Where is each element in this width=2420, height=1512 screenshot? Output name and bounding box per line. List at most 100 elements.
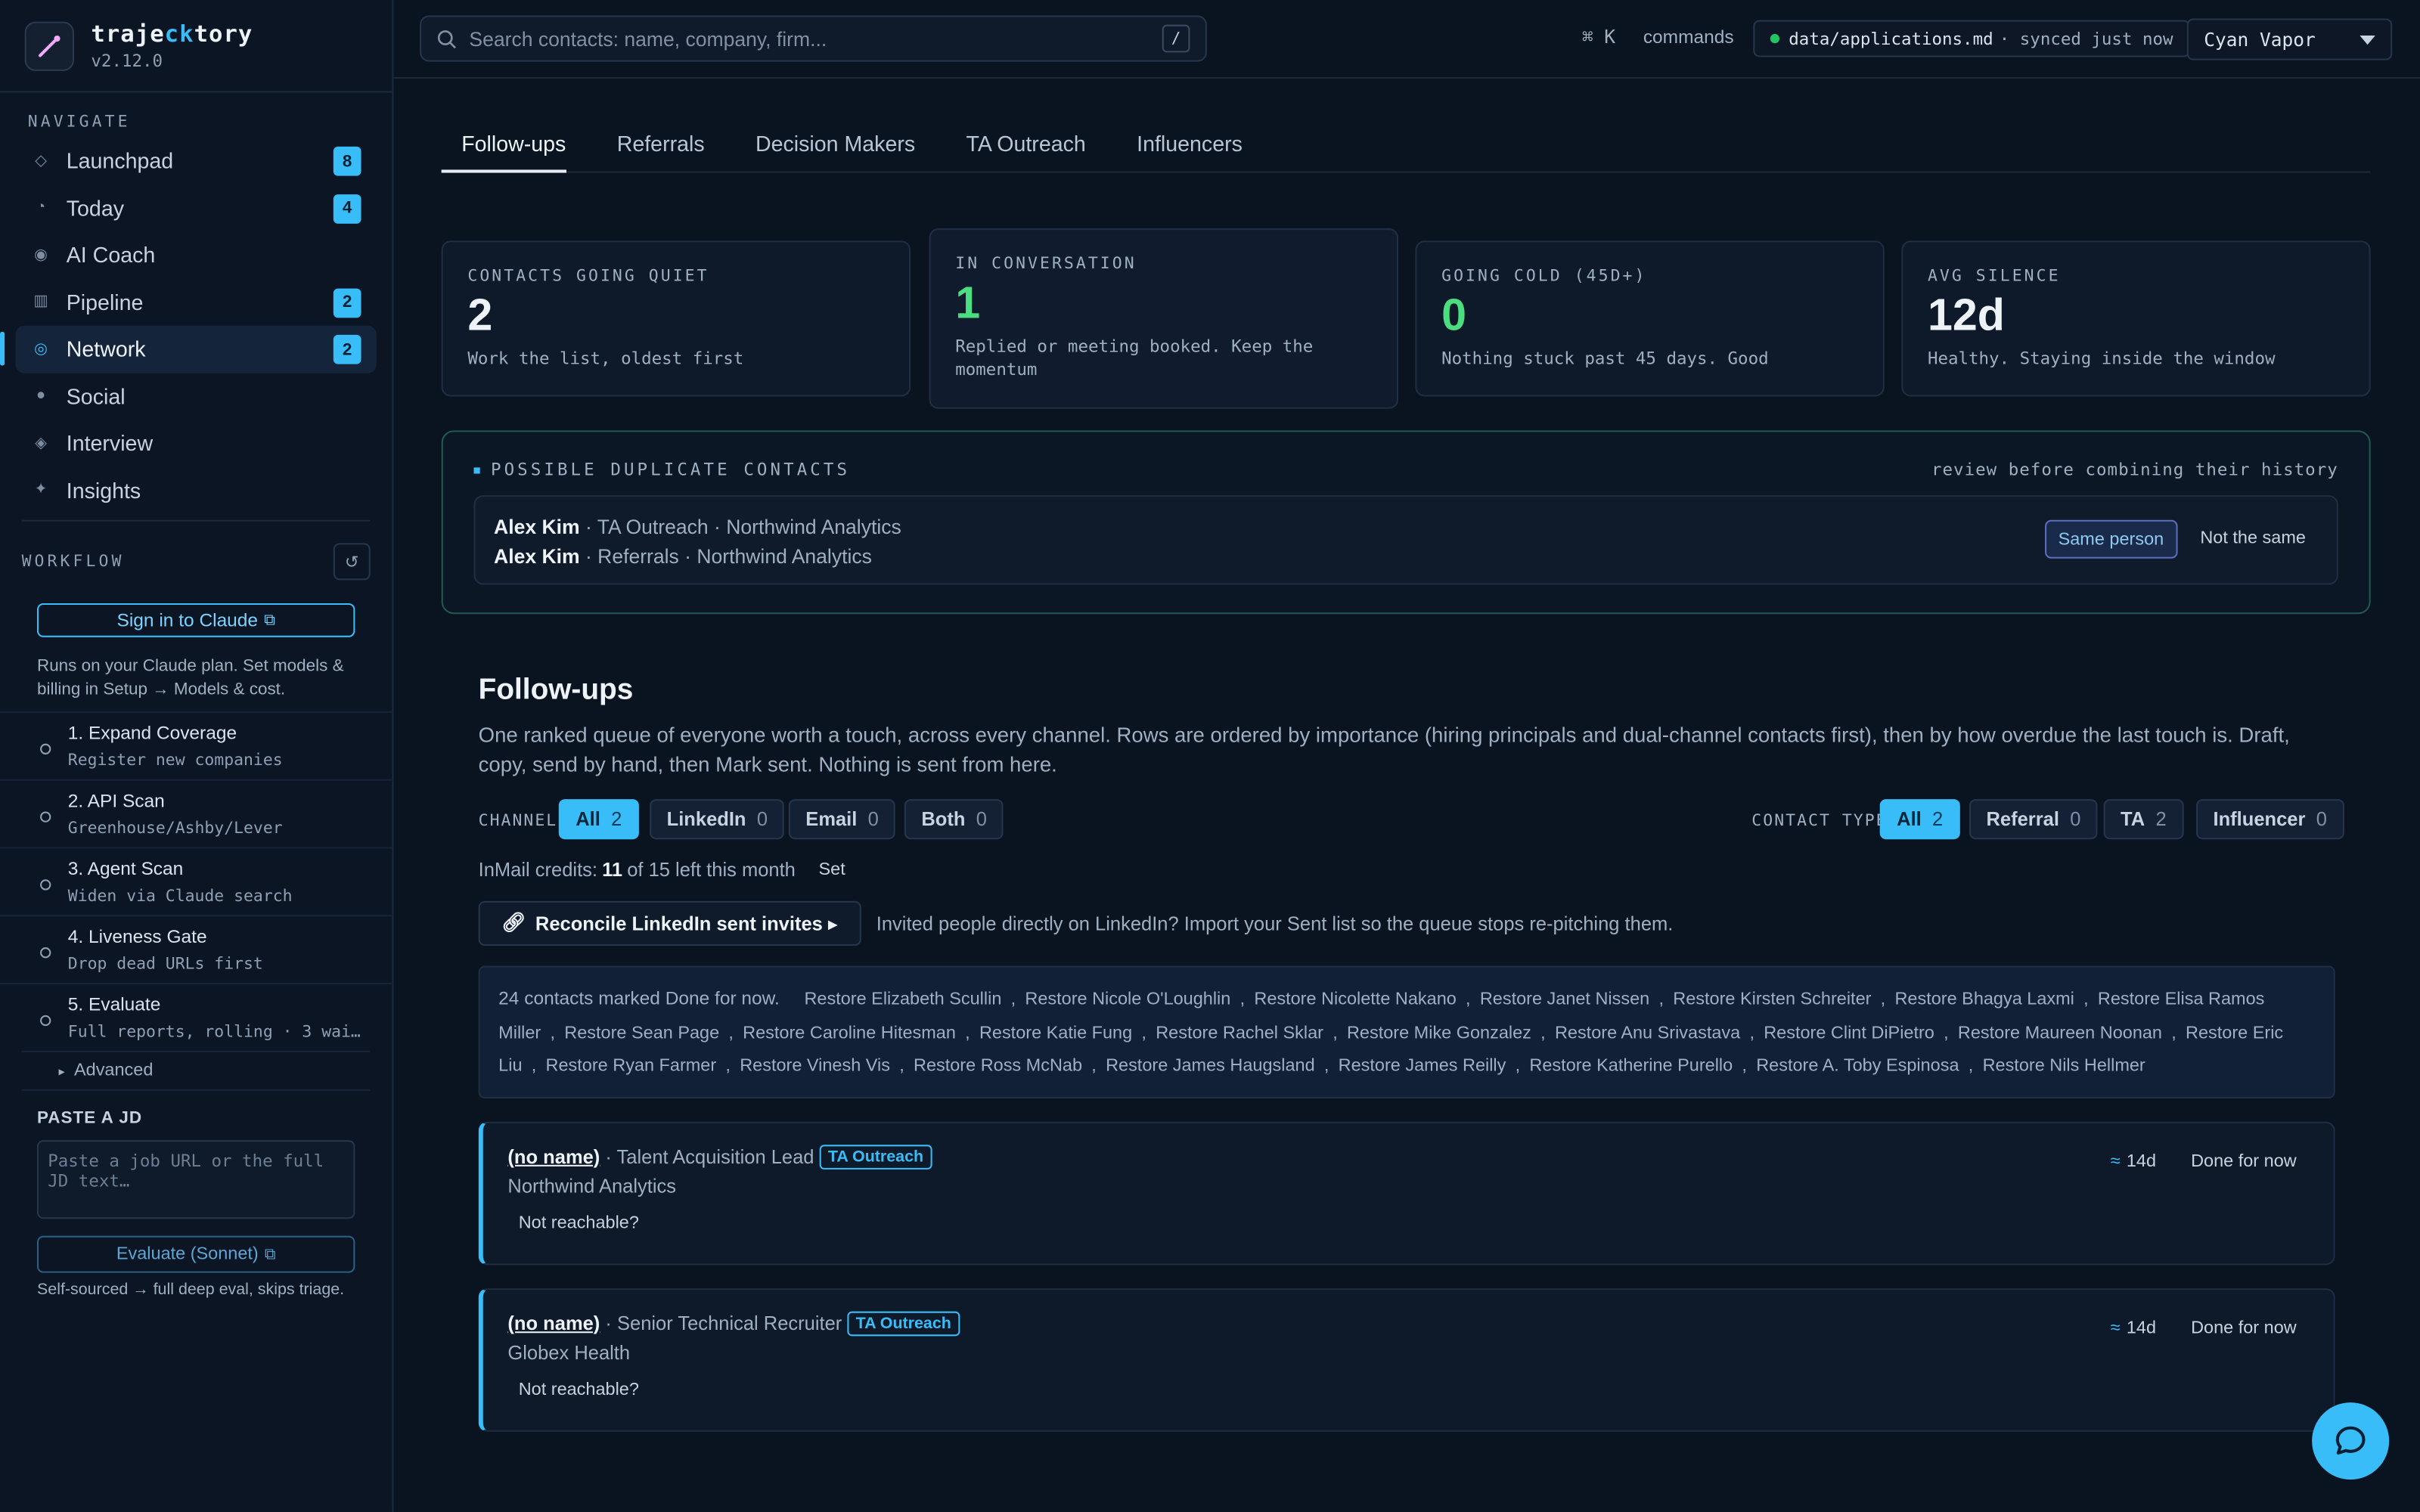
- done-for-now-button[interactable]: Done for now: [2191, 1318, 2297, 1337]
- type-filter-ta[interactable]: TA 2: [2103, 799, 2184, 840]
- restore-contact-link[interactable]: Restore Mike Gonzalez: [1347, 1024, 1531, 1042]
- channel-filter-both[interactable]: Both 0: [904, 799, 1004, 840]
- chevron-down-icon: [2360, 34, 2375, 45]
- workflow-step[interactable]: 4. Liveness Gate Drop dead URLs first: [0, 915, 392, 983]
- tab-ta-outreach[interactable]: TA Outreach: [966, 116, 1086, 173]
- tab-influencers[interactable]: Influencers: [1137, 116, 1243, 173]
- restore-contact-link[interactable]: Restore Katherine Purello: [1529, 1057, 1733, 1075]
- target-icon: ◉: [34, 246, 48, 264]
- refresh-icon[interactable]: ↺: [333, 543, 371, 581]
- restore-contact-link[interactable]: Restore Janet Nissen: [1480, 990, 1649, 1009]
- same-person-button[interactable]: Same person: [2044, 519, 2178, 559]
- sidebar-item-today[interactable]: ◔ Today 4: [15, 184, 377, 231]
- restore-contact-link[interactable]: Restore Caroline Hitesman: [743, 1024, 956, 1042]
- workflow-step[interactable]: 2. API Scan Greenhouse/Ashby/Lever: [0, 779, 392, 847]
- not-the-same-button[interactable]: Not the same: [2200, 529, 2306, 547]
- type-filter-all[interactable]: All 2: [1879, 799, 1960, 840]
- sidebar-item-social[interactable]: ● Social: [15, 373, 377, 420]
- sidebar-item-label: AI Coach: [66, 242, 156, 268]
- restore-contact-link[interactable]: Restore Nicolette Nakano: [1254, 990, 1456, 1009]
- advanced-toggle[interactable]: ▸ Advanced: [21, 1050, 371, 1091]
- network-icon: ◎: [34, 340, 48, 358]
- trajectory-logo-icon[interactable]: [24, 20, 74, 70]
- restore-contact-link[interactable]: Restore James Haugsland: [1106, 1057, 1315, 1075]
- workflow-step[interactable]: 1. Expand Coverage Register new companies: [0, 711, 392, 779]
- step-status-icon: [40, 811, 51, 823]
- command-palette-button[interactable]: ⌘ K commands: [1582, 26, 1734, 48]
- step-title: 1. Expand Coverage: [67, 722, 237, 744]
- tab-referrals[interactable]: Referrals: [617, 116, 705, 173]
- channel-filter-linkedin[interactable]: LinkedIn 0: [650, 799, 785, 840]
- sidebar-item-ai-coach[interactable]: ◉ AI Coach: [15, 231, 377, 278]
- theme-select[interactable]: Cyan Vapor: [2186, 18, 2393, 60]
- separator: ,: [1540, 1024, 1546, 1043]
- separator: ,: [965, 1024, 970, 1043]
- restore-contact-link[interactable]: Restore Ryan Farmer: [546, 1057, 717, 1075]
- restore-contact-link[interactable]: Restore Maureen Noonan: [1958, 1024, 2162, 1042]
- type-filter-referral[interactable]: Referral 0: [1969, 799, 2098, 840]
- search-input[interactable]: [469, 26, 1162, 51]
- restore-contact-link[interactable]: Restore Katie Fung: [979, 1024, 1132, 1042]
- channel-filter-all[interactable]: All 2: [558, 799, 639, 840]
- not-reachable-button[interactable]: Not reachable?: [519, 1213, 2309, 1232]
- restore-contact-link[interactable]: Restore Sean Page: [564, 1024, 719, 1042]
- separator: ,: [2083, 990, 2089, 1009]
- theme-value: Cyan Vapor: [2204, 28, 2316, 51]
- set-credits-button[interactable]: Set: [818, 861, 845, 879]
- advanced-label: Advanced: [73, 1061, 154, 1080]
- reconcile-row: 🔗︎ Reconcile LinkedIn sent invites ▸ Invi…: [478, 900, 2335, 947]
- contact-line: (no name) · Talent Acquisition Lead TA Ou…: [507, 1144, 2309, 1169]
- tab-follow-ups[interactable]: Follow-ups: [441, 116, 566, 173]
- sidebar-item-launchpad[interactable]: ◇ Launchpad 8: [15, 138, 377, 184]
- stat-label: IN CONVERSATION: [955, 254, 1137, 274]
- evaluate-button[interactable]: Evaluate (Sonnet) ⧉: [36, 1235, 355, 1273]
- type-filter-influencer[interactable]: Influencer 0: [2196, 799, 2344, 840]
- follow-up-card[interactable]: (no name) · Talent Acquisition Lead TA Ou…: [478, 1120, 2335, 1265]
- sidebar-item-pipeline[interactable]: ▥ Pipeline 2: [15, 278, 377, 325]
- stat-card-avg-silence[interactable]: AVG SILENCE 12d Healthy. Staying inside …: [1901, 240, 2371, 397]
- follow-up-card[interactable]: (no name) · Senior Technical Recruiter TA…: [478, 1287, 2335, 1431]
- separator: ,: [1239, 990, 1246, 1009]
- commands-label: commands: [1643, 26, 1734, 48]
- restore-contact-link[interactable]: Restore Clint DiPietro: [1764, 1024, 1934, 1042]
- sidebar-item-interview[interactable]: ◈ Interview: [15, 420, 377, 466]
- restore-contact-link[interactable]: Restore Bhagya Laxmi: [1894, 990, 2074, 1009]
- restore-contact-link[interactable]: Restore Nils Hellmer: [1983, 1057, 2145, 1075]
- reconcile-invites-button[interactable]: 🔗︎ Reconcile LinkedIn sent invites ▸: [478, 900, 861, 947]
- restore-contact-link[interactable]: Restore Anu Srivastava: [1555, 1024, 1740, 1042]
- done-for-now-button[interactable]: Done for now: [2191, 1151, 2297, 1170]
- separator: ,: [2171, 1024, 2176, 1043]
- restore-contact-link[interactable]: Restore Vinesh Vis: [740, 1057, 890, 1075]
- sidebar-item-network[interactable]: ◎ Network 2: [0, 325, 377, 373]
- restore-contact-link[interactable]: Restore Ross McNab: [914, 1057, 1082, 1075]
- sidebar-item-insights[interactable]: ✦ Insights: [15, 466, 377, 513]
- stat-description: Healthy. Staying inside the window: [1927, 349, 2276, 369]
- sync-status[interactable]: data/applications.md · synced just now: [1753, 20, 2190, 57]
- restore-contact-link[interactable]: Restore Rachel Sklar: [1156, 1024, 1323, 1042]
- sign-in-claude-button[interactable]: Sign in to Claude ⧉: [36, 603, 355, 637]
- step-status-icon: [40, 1015, 51, 1027]
- workflow-step[interactable]: 5. Evaluate Full reports, rolling · 3 wai…: [0, 982, 392, 1051]
- sidebar-item-label: Pipeline: [66, 290, 144, 314]
- search-shortcut-key: /: [1162, 24, 1190, 53]
- restore-contact-link[interactable]: Restore James Reilly: [1339, 1057, 1506, 1075]
- jd-input[interactable]: [36, 1140, 355, 1219]
- not-reachable-button[interactable]: Not reachable?: [519, 1380, 2309, 1398]
- channel-tag: TA Outreach: [818, 1144, 933, 1169]
- workflow-step[interactable]: 3. Agent Scan Widen via Claude search: [0, 847, 392, 915]
- channel-filter-email[interactable]: Email 0: [788, 799, 896, 840]
- tab-decision-makers[interactable]: Decision Makers: [755, 116, 915, 173]
- sidebar-item-label: Interview: [66, 430, 154, 456]
- restore-contact-link[interactable]: Restore Nicole O'Loughlin: [1025, 990, 1230, 1009]
- contact-name-link[interactable]: (no name): [507, 1145, 600, 1167]
- contact-name-link[interactable]: (no name): [507, 1312, 600, 1334]
- stat-card-going-cold[interactable]: GOING COLD (45D+) 0 Nothing stuck past 4…: [1415, 240, 1885, 397]
- chat-button[interactable]: [2312, 1402, 2390, 1480]
- restore-contact-link[interactable]: Restore Elizabeth Scullin: [804, 990, 1001, 1009]
- search-box[interactable]: /: [420, 15, 1207, 62]
- evaluate-note: Self-sourced → full deep eval, skips tri…: [36, 1280, 345, 1300]
- stat-card-going-quiet[interactable]: CONTACTS GOING QUIET 2 Work the list, ol…: [441, 240, 911, 397]
- restore-contact-link[interactable]: Restore A. Toby Espinosa: [1756, 1057, 1959, 1075]
- restore-contact-link[interactable]: Restore Kirsten Schreiter: [1673, 990, 1871, 1009]
- stat-card-in-conversation[interactable]: IN CONVERSATION 1 Replied or meeting boo…: [929, 228, 1398, 409]
